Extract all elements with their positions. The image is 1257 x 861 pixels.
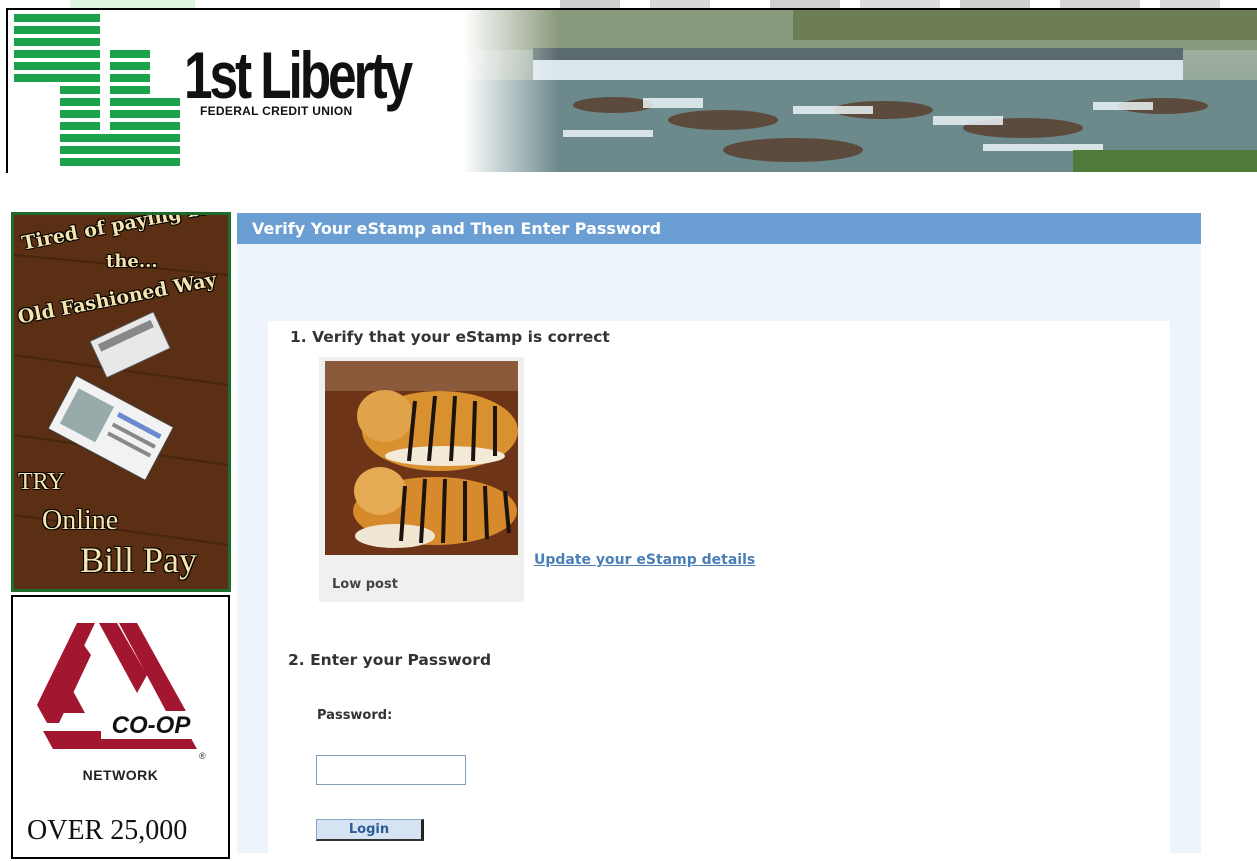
site-header: 1st Liberty FEDERAL CREDIT UNION	[6, 8, 1257, 173]
password-input[interactable]	[316, 755, 466, 785]
coop-reg-mark: ®	[199, 751, 206, 761]
ad-line-5: Online	[42, 505, 119, 536]
verify-panel: Verify Your eStamp and Then Enter Passwo…	[237, 213, 1201, 861]
coop-network-text: NETWORK	[82, 767, 159, 783]
coop-logo-icon: CO-OP ®	[37, 623, 206, 761]
coop-logo-text: CO-OP	[112, 712, 192, 739]
verify-form: 1. Verify that your eStamp is correct Lo…	[268, 321, 1170, 861]
brand[interactable]: 1st Liberty FEDERAL CREDIT UNION	[184, 38, 474, 118]
coop-over-text: OVER 25,000	[27, 815, 188, 846]
coop-network-ad[interactable]: CO-OP ® NETWORK OVER 25,000	[11, 595, 230, 859]
password-label: Password:	[317, 708, 393, 723]
bill-pay-ad[interactable]: Tired of paying bills the... Old Fashion…	[11, 212, 231, 592]
waterfall-photo	[463, 10, 1257, 172]
step1-title: 1. Verify that your eStamp is correct	[290, 328, 610, 346]
estamp-caption: Low post	[332, 577, 398, 592]
panel-title: Verify Your eStamp and Then Enter Passwo…	[237, 213, 1201, 244]
estamp-image	[325, 361, 518, 555]
step2-title: 2. Enter your Password	[288, 651, 492, 669]
estamp-card: Low post	[319, 357, 524, 602]
ad-line-2: the...	[106, 251, 158, 272]
login-button[interactable]: Login	[316, 819, 424, 841]
ad-line-4: TRY	[18, 469, 65, 495]
update-estamp-link[interactable]: Update your eStamp details	[534, 552, 755, 568]
brand-name: 1st Liberty	[184, 38, 413, 112]
ad-line-6: Bill Pay	[80, 540, 198, 580]
logo-mark-icon[interactable]	[14, 10, 184, 170]
